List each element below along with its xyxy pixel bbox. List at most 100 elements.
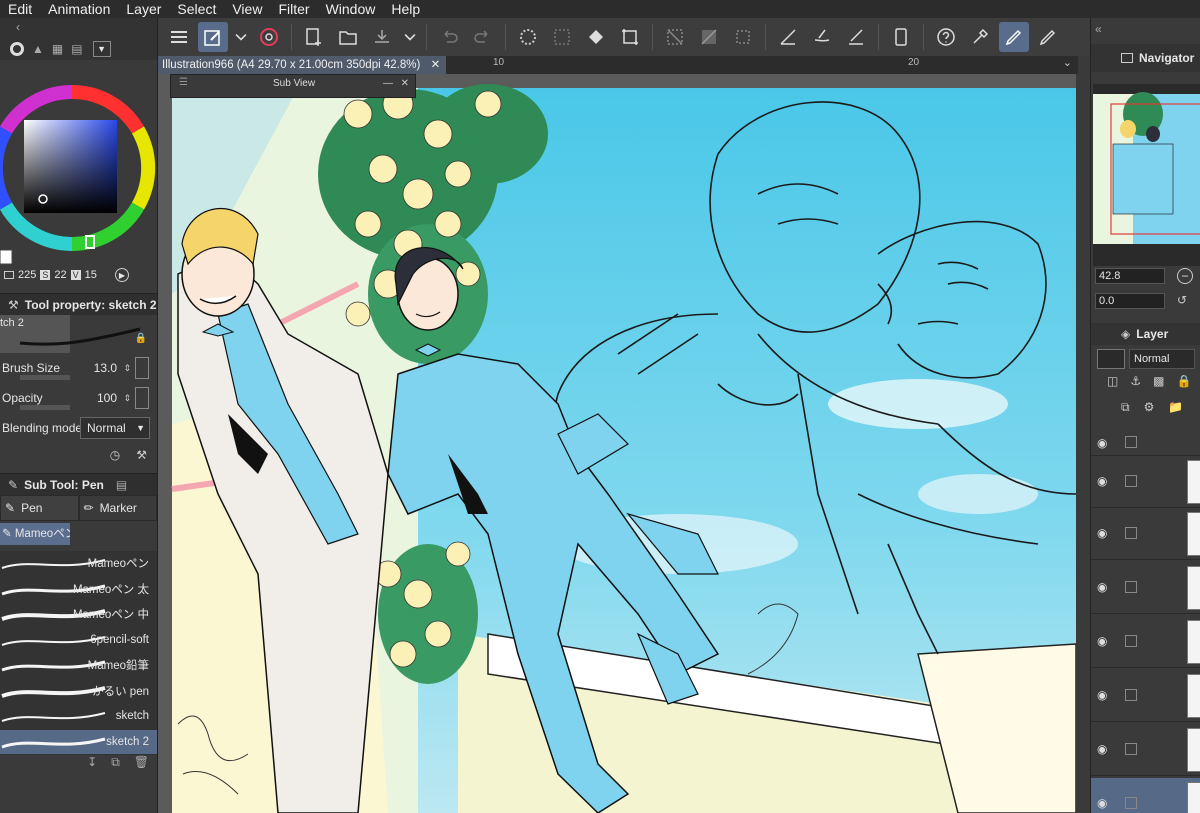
drawing-canvas[interactable]: [158, 74, 1076, 813]
new-folder-icon[interactable]: 📁: [1168, 400, 1183, 424]
zoom-out-icon[interactable]: −: [1177, 268, 1193, 284]
layer-row[interactable]: ◉: [1091, 562, 1200, 614]
menu-help[interactable]: Help: [383, 0, 428, 18]
deselect-icon[interactable]: [660, 22, 690, 52]
menu-layer[interactable]: Layer: [118, 0, 169, 18]
chevron-down-icon[interactable]: ⌄: [1063, 56, 1072, 69]
brush-size-row[interactable]: Brush Size 13.0 ⇕: [0, 353, 157, 383]
grid-select-icon[interactable]: [547, 22, 577, 52]
fill-bucket-icon[interactable]: [581, 22, 611, 52]
wrench-icon[interactable]: ⚒: [136, 448, 147, 462]
layer-row[interactable]: ◉: [1091, 508, 1200, 560]
brush-size-value[interactable]: 13.0: [94, 361, 117, 375]
brush-item[interactable]: 6pencil-soft: [0, 628, 157, 653]
help-icon[interactable]: [931, 22, 961, 52]
new-file-icon[interactable]: [299, 22, 329, 52]
brush-icon[interactable]: [807, 22, 837, 52]
navigator-thumbnail[interactable]: [1093, 84, 1200, 266]
transform-icon[interactable]: [615, 22, 645, 52]
layer-checkbox[interactable]: [1125, 475, 1137, 487]
palette-icon[interactable]: ▤: [71, 42, 82, 56]
layer-lock-icon[interactable]: 🔒: [1176, 374, 1191, 398]
layer-color-swatch[interactable]: [1097, 349, 1125, 369]
new-layer-icon[interactable]: ⧉: [1121, 400, 1130, 424]
undo-icon[interactable]: [434, 22, 464, 52]
rotate-reset-icon[interactable]: ↺: [1177, 293, 1187, 307]
hamburger-menu-button[interactable]: [164, 22, 194, 52]
menu-filter[interactable]: Filter: [270, 0, 317, 18]
layer-copy-icon[interactable]: ◫: [1107, 374, 1118, 398]
opacity-value[interactable]: 100: [97, 391, 117, 405]
brush-item[interactable]: Mameoペン 中: [0, 602, 157, 628]
open-folder-icon[interactable]: [333, 22, 363, 52]
lock-icon[interactable]: 🔒: [135, 333, 147, 344]
pressure-icon[interactable]: [135, 357, 149, 379]
chevron-down-icon[interactable]: [401, 22, 419, 52]
document-tab[interactable]: Illustration966 (A4 29.70 x 21.00cm 350d…: [158, 56, 447, 74]
layer-row[interactable]: ◉: [1091, 616, 1200, 668]
line-icon[interactable]: [841, 22, 871, 52]
layer-settings-icon[interactable]: ⚙: [1144, 400, 1155, 424]
blending-mode-row[interactable]: Blending mode Normal ▼: [0, 413, 157, 443]
close-icon[interactable]: ✕: [431, 56, 441, 74]
eye-icon[interactable]: ◉: [1097, 526, 1115, 540]
color-square-icon[interactable]: [4, 271, 14, 279]
marker-icon[interactable]: [1033, 22, 1063, 52]
layer-mask-icon[interactable]: ▩: [1153, 374, 1164, 398]
close-icon[interactable]: ✕: [401, 78, 409, 89]
layer-blend-select[interactable]: Normal: [1129, 349, 1195, 369]
history-icon[interactable]: ▦: [52, 42, 63, 56]
menu-select[interactable]: Select: [169, 0, 224, 18]
drag-handle-icon[interactable]: ☰: [179, 77, 188, 88]
layer-row[interactable]: ◉: [1091, 670, 1200, 722]
menu-window[interactable]: Window: [318, 0, 384, 18]
menu-view[interactable]: View: [224, 0, 270, 18]
pen-icon[interactable]: [999, 22, 1029, 52]
dropdown-icon[interactable]: ▼: [92, 41, 111, 57]
layer-checkbox[interactable]: [1125, 689, 1137, 701]
eye-icon[interactable]: ◉: [1097, 580, 1115, 594]
brush-item[interactable]: sketch 2: [0, 729, 157, 755]
eye-icon[interactable]: ◉: [1097, 688, 1115, 702]
layer-checkbox[interactable]: [1125, 797, 1137, 809]
brush-item[interactable]: Mameo鉛筆: [0, 653, 157, 679]
opacity-row[interactable]: Opacity 100 ⇕: [0, 383, 157, 413]
loading-icon[interactable]: [513, 22, 543, 52]
layer-row[interactable]: ◉: [1091, 430, 1200, 456]
export-icon[interactable]: [367, 22, 397, 52]
group-tab-mameo[interactable]: ✎ Mameoペン: [0, 523, 70, 545]
collapse-icon[interactable]: ‹: [16, 20, 20, 34]
layer-row[interactable]: ◉: [1091, 724, 1200, 776]
redo-icon[interactable]: [468, 22, 498, 52]
tab-marker[interactable]: ✏ Marker: [78, 495, 157, 521]
color-wheel[interactable]: [0, 60, 157, 265]
layer-row[interactable]: ◉: [1091, 778, 1200, 813]
eye-icon[interactable]: ◉: [1097, 742, 1115, 756]
layer-checkbox[interactable]: [1125, 635, 1137, 647]
eye-icon[interactable]: ◉: [1097, 634, 1115, 648]
layer-checkbox[interactable]: [1125, 436, 1137, 448]
collapse-icon[interactable]: «: [1095, 22, 1102, 36]
eye-icon[interactable]: ◉: [1097, 436, 1115, 450]
clock-icon[interactable]: ◷: [110, 448, 120, 462]
play-icon[interactable]: ▶: [114, 268, 129, 282]
eye-icon[interactable]: ◉: [1097, 474, 1115, 488]
sub-view-panel[interactable]: ☰ Sub View — ✕: [170, 74, 416, 98]
trash-icon[interactable]: 🗑: [134, 755, 149, 775]
menu-edit[interactable]: Edit: [0, 0, 40, 18]
tab-pen[interactable]: ✎ Pen: [0, 495, 79, 521]
pen-tool-button[interactable]: [198, 22, 228, 52]
panel-menu-icon[interactable]: ▤: [116, 478, 127, 492]
mountain-icon[interactable]: ▲: [32, 42, 44, 56]
menu-animation[interactable]: Animation: [40, 0, 118, 18]
minimize-icon[interactable]: —: [383, 78, 393, 89]
download-icon[interactable]: ↧: [87, 755, 97, 775]
stepper-icon[interactable]: ⇕: [123, 363, 131, 374]
zoom-field[interactable]: 42.8: [1095, 268, 1165, 284]
opacity-slider[interactable]: [20, 405, 70, 410]
chevron-down-icon[interactable]: [232, 22, 250, 52]
layer-checkbox[interactable]: [1125, 581, 1137, 593]
device-icon[interactable]: [886, 22, 916, 52]
eyedropper-icon[interactable]: [965, 22, 995, 52]
target-icon[interactable]: [254, 22, 284, 52]
